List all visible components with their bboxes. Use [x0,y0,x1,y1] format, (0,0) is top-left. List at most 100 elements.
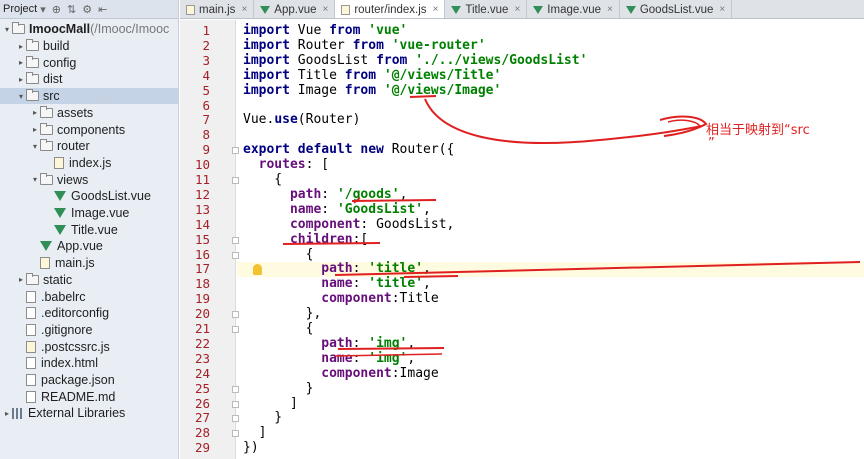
collapsed-arrow-icon[interactable]: ▸ [16,58,26,67]
fold-marker-icon[interactable] [232,430,239,438]
tree-item-title-vue[interactable]: Title.vue [0,221,178,238]
code-line[interactable]: component:Title [243,291,438,307]
fold-marker-icon[interactable] [232,236,239,244]
annotation-note-quote: ” [708,136,715,151]
tree-item-readme-md[interactable]: README.md [0,388,178,405]
tree-item-components[interactable]: ▸ components [0,121,178,138]
tab-goodslist-vue[interactable]: GoodsList.vue × [620,0,733,18]
code-line[interactable]: import GoodsList from './../views/GoodsL… [243,53,587,69]
expanded-arrow-icon[interactable]: ▾ [30,142,40,151]
fold-marker-icon[interactable] [232,311,239,319]
code-line[interactable]: Vue.use(Router) [243,112,360,128]
tree-item-editorconfig[interactable]: .editorconfig [0,305,178,322]
collapsed-arrow-icon[interactable]: ▸ [30,125,40,134]
fold-marker-icon[interactable] [232,326,239,333]
code-line[interactable]: component: GoodsList, [243,217,454,233]
tree-item-static[interactable]: ▸ static [0,272,178,289]
tree-item-label: package.json [41,373,115,388]
expanded-arrow-icon[interactable]: ▾ [30,175,40,184]
tree-item-app-vue[interactable]: App.vue [0,238,178,255]
line-number: 4 [202,67,210,83]
tree-item-router[interactable]: ▾ router [0,138,178,155]
collapsed-arrow-icon[interactable]: ▸ [16,275,26,284]
code-line[interactable]: } [243,381,314,397]
collapsed-arrow-icon[interactable]: ▸ [16,42,26,51]
code-line[interactable]: path: 'img', [243,336,415,352]
tree-item-src[interactable]: ▾ src [0,87,178,105]
fold-marker-icon[interactable] [232,400,239,408]
collapsed-arrow-icon[interactable]: ▸ [2,409,12,418]
tab-router-index-js[interactable]: router/index.js × [335,0,446,18]
collapse-icon[interactable]: ⇅ [67,3,76,16]
vue-file-icon [54,208,66,219]
code-line[interactable]: ] [243,396,298,412]
code-editor[interactable]: 1 2 3 4 5 6 7 8 9 10 11 12 13 14 15 16 17 18 19 20 21 22 23 24 2… [180,20,864,459]
close-tab-icon[interactable]: × [514,4,520,15]
expanded-arrow-icon[interactable]: ▾ [16,92,26,101]
chevron-down-icon: ▾ [40,3,46,16]
code-line[interactable]: import Image from '@/views/Image' [243,83,501,99]
code-line[interactable]: import Vue from 'vue' [243,23,407,39]
tree-item-dist[interactable]: ▸ dist [0,71,178,88]
tree-item-goodslist-vue[interactable]: GoodsList.vue [0,188,178,205]
fold-marker-icon[interactable] [232,415,239,423]
fold-marker-icon[interactable] [232,147,239,155]
code-line[interactable]: path: 'title', [243,261,431,277]
tab-image-vue[interactable]: Image.vue × [527,0,620,18]
tree-item-main-js[interactable]: main.js [0,255,178,272]
code-line[interactable]: { [243,172,282,188]
tree-item-build[interactable]: ▸ build [0,38,178,55]
collapsed-arrow-icon[interactable]: ▸ [16,75,26,84]
code-line[interactable]: name: 'img', [243,351,415,367]
close-tab-icon[interactable]: × [607,4,613,15]
tree-item-assets[interactable]: ▸ assets [0,105,178,122]
fold-marker-icon[interactable] [232,251,239,259]
sync-icon[interactable]: ⊕ [52,3,61,16]
project-view-selector[interactable]: Project ▾ [3,3,46,16]
code-line[interactable]: name: 'GoodsList', [243,202,431,218]
tab-app-vue[interactable]: App.vue × [254,0,336,18]
collapsed-arrow-icon[interactable]: ▸ [30,108,40,117]
close-tab-icon[interactable]: × [719,4,725,15]
line-number-gutter: 1 2 3 4 5 6 7 8 9 10 11 12 13 14 15 16 17 18 19 20 21 22 23 24 2… [180,20,239,459]
code-line[interactable]: }) [243,440,259,456]
tree-item-imoocmall[interactable]: ▾ ImoocMall (/Imooc/Imooc [0,21,178,38]
fold-marker-icon[interactable] [232,385,239,393]
project-panel: Project ▾ ⊕ ⇅ ⚙ ⇤ ▾ ImoocMall (/Imooc/Imo… [0,0,179,459]
tree-item-config[interactable]: ▸ config [0,54,178,71]
tab-main-js[interactable]: main.js × [180,0,255,18]
vue-file-icon [54,224,66,235]
code-line[interactable]: path: '/goods', [243,187,407,203]
tree-item-index-html[interactable]: index.html [0,355,178,372]
tree-item-postcssrc-js[interactable]: .postcssrc.js [0,338,178,355]
code-line[interactable]: { [243,321,314,337]
code-line[interactable]: } [243,410,282,426]
code-line[interactable]: name: 'title', [243,276,431,292]
tree-item-babelrc[interactable]: .babelrc [0,288,178,305]
code-line[interactable]: export default new Router({ [243,142,454,158]
tree-item-image-vue[interactable]: Image.vue [0,205,178,222]
tree-item-label: External Libraries [28,406,126,421]
close-tab-icon[interactable]: × [241,4,247,15]
code-line[interactable]: import Router from 'vue-router' [243,38,486,54]
gear-icon[interactable]: ⚙ [82,3,92,16]
code-line[interactable]: routes: [ [243,157,329,173]
close-tab-icon[interactable]: × [322,4,328,15]
code-line[interactable]: children:[ [243,232,368,248]
close-tab-icon[interactable]: × [433,4,439,15]
expanded-arrow-icon[interactable]: ▾ [2,25,12,34]
tree-item-index-js[interactable]: index.js [0,155,178,172]
tab-title-vue[interactable]: Title.vue × [445,0,528,18]
tree-item-package-json[interactable]: package.json [0,372,178,389]
hide-panel-icon[interactable]: ⇤ [98,3,107,16]
tree-item-views[interactable]: ▾ views [0,171,178,188]
code-line[interactable]: import Title from '@/views/Title' [243,68,501,84]
code-line[interactable]: ] [243,425,267,441]
code-line[interactable]: component:Image [243,366,438,382]
code-line[interactable]: }, [243,306,322,322]
tree-item-gitignore[interactable]: .gitignore [0,322,178,339]
code-line[interactable]: { [243,247,314,263]
fold-marker-icon[interactable] [232,177,239,184]
tree-item-external-libraries[interactable]: ▸ External Libraries [0,405,178,422]
